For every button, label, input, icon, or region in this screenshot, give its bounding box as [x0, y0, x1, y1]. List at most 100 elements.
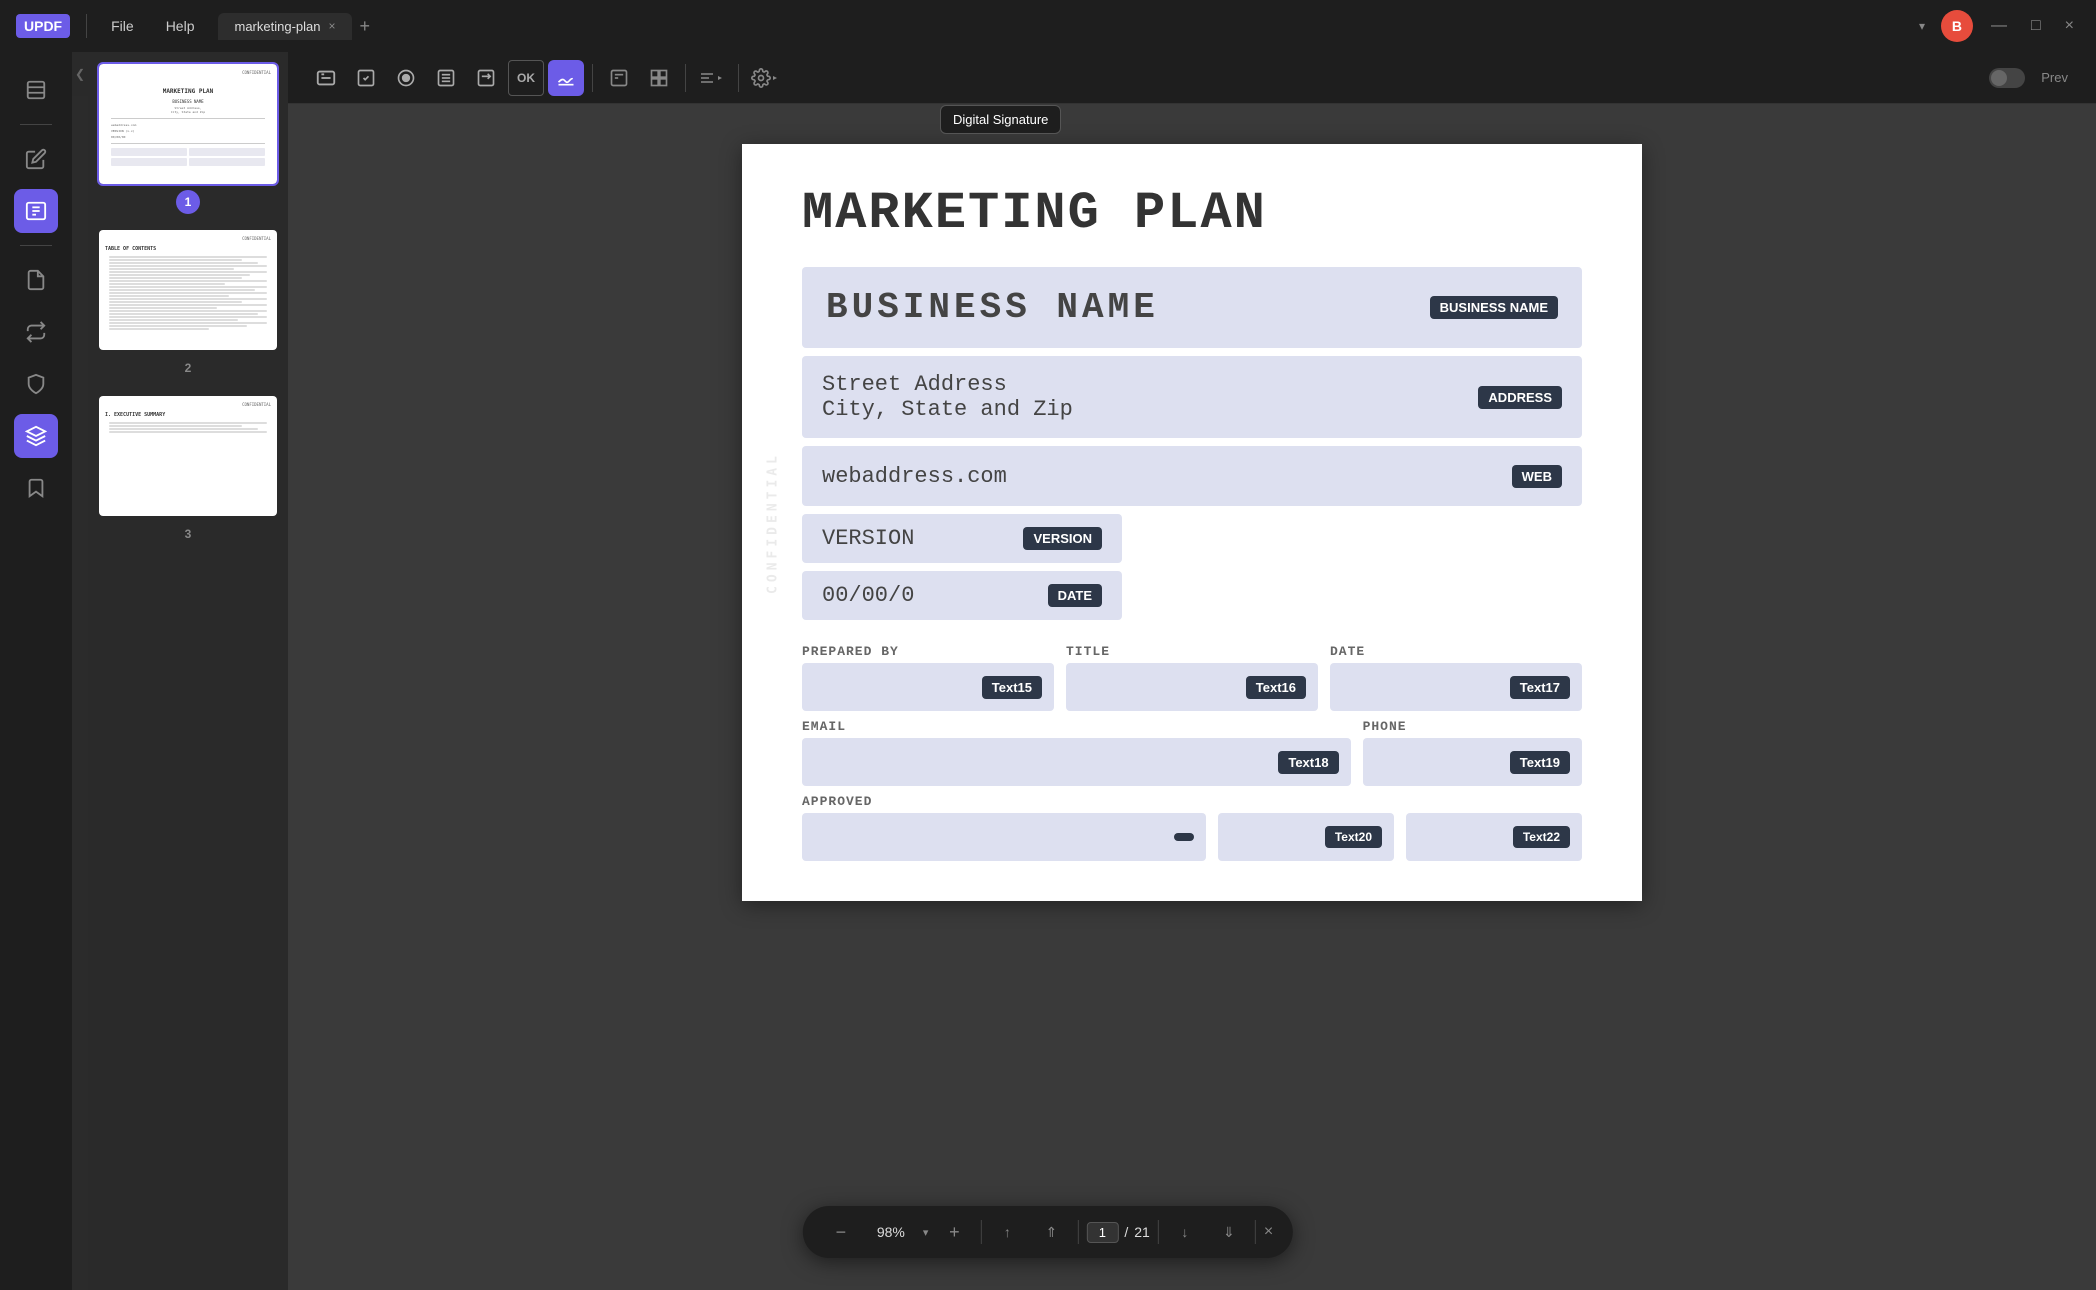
- sidebar-item-organize[interactable]: [14, 258, 58, 302]
- sidebar-sep-1: [20, 124, 52, 125]
- approved-label: APPROVED: [802, 794, 1582, 809]
- approved-input2[interactable]: Text20: [1218, 813, 1394, 861]
- sidebar-item-layers[interactable]: [14, 414, 58, 458]
- text19-tag[interactable]: Text19: [1510, 751, 1570, 774]
- title-bar-right: B — □ ×: [1941, 10, 2080, 42]
- properties-btn[interactable]: [601, 60, 637, 96]
- text20-tag[interactable]: Text20: [1325, 826, 1382, 848]
- form-toolbar: OK: [288, 52, 2096, 104]
- settings-btn[interactable]: [747, 60, 783, 96]
- radio-btn[interactable]: [388, 60, 424, 96]
- tab-label: marketing-plan: [234, 19, 320, 34]
- text16-tag[interactable]: Text16: [1246, 676, 1306, 699]
- sidebar-item-edit[interactable]: [14, 137, 58, 181]
- thumb-content-2: CONFIDENTIAL TABLE OF CONTENTS: [99, 230, 277, 350]
- approved-inputs: Text20 Text22: [802, 813, 1582, 861]
- last-page-btn[interactable]: ⇓: [1211, 1214, 1247, 1250]
- approved-tag[interactable]: [1174, 833, 1194, 841]
- sidebar-item-convert[interactable]: [14, 310, 58, 354]
- title-col: TITLE Text16: [1066, 644, 1318, 711]
- zoom-out-btn[interactable]: −: [823, 1214, 859, 1250]
- text18-tag[interactable]: Text18: [1278, 751, 1338, 774]
- maximize-btn[interactable]: □: [2025, 17, 2047, 35]
- approved-input3[interactable]: Text22: [1406, 813, 1582, 861]
- thumbnail-1[interactable]: CONFIDENTIAL MARKETING PLAN BUSINESS NAM…: [96, 64, 280, 214]
- first-page-btn[interactable]: ⇑: [1033, 1214, 1069, 1250]
- sidebar-collapse-btn[interactable]: ❮: [72, 52, 88, 96]
- sidebar-item-bookmark[interactable]: [14, 466, 58, 510]
- sidebar-icons: [0, 52, 72, 1290]
- date-tag[interactable]: DATE: [1048, 584, 1102, 607]
- text-field-btn[interactable]: [308, 60, 344, 96]
- align-btn[interactable]: [694, 60, 730, 96]
- thumbnail-3[interactable]: CONFIDENTIAL I. EXECUTIVE SUMMARY 3: [96, 396, 280, 546]
- approved-row: APPROVED Text20 Text22: [802, 794, 1582, 861]
- total-pages: 21: [1134, 1224, 1150, 1240]
- date-text: 00/00/0: [822, 583, 1040, 608]
- list-btn[interactable]: [428, 60, 464, 96]
- approved-input[interactable]: [802, 813, 1206, 861]
- date-label: DATE: [1330, 644, 1582, 659]
- prepared-by-label: PREPARED BY: [802, 644, 1054, 659]
- phone-label: PHONE: [1363, 719, 1582, 734]
- button-btn[interactable]: OK: [508, 60, 544, 96]
- prev-btn[interactable]: Prev: [2033, 66, 2076, 89]
- toggle-thumb: [1991, 70, 2007, 86]
- text17-tag[interactable]: Text17: [1510, 676, 1570, 699]
- grid-btn[interactable]: [641, 60, 677, 96]
- thumb-content-1: CONFIDENTIAL MARKETING PLAN BUSINESS NAM…: [99, 64, 277, 184]
- app-logo: UPDF: [16, 14, 70, 38]
- nav-sep-2: [1077, 1220, 1078, 1244]
- thumb-number-2: 2: [176, 356, 200, 380]
- signature-btn[interactable]: [548, 60, 584, 96]
- email-input[interactable]: Text18: [802, 738, 1351, 786]
- text21-tag[interactable]: Text22: [1513, 826, 1570, 848]
- tabs-dropdown-btn[interactable]: ▾: [1919, 19, 1925, 33]
- nav-close-btn[interactable]: ×: [1264, 1223, 1273, 1241]
- phone-input[interactable]: Text19: [1363, 738, 1582, 786]
- version-field: VERSION VERSION: [802, 514, 1122, 563]
- combo-btn[interactable]: [468, 60, 504, 96]
- user-avatar[interactable]: B: [1941, 10, 1973, 42]
- title-label: TITLE: [1066, 644, 1318, 659]
- sidebar-item-pages[interactable]: [14, 68, 58, 112]
- sidebar-item-protect[interactable]: [14, 362, 58, 406]
- text15-tag[interactable]: Text15: [982, 676, 1042, 699]
- phone-col: PHONE Text19: [1363, 719, 1582, 786]
- title-input[interactable]: Text16: [1066, 663, 1318, 711]
- new-tab-btn[interactable]: +: [360, 16, 371, 37]
- checkbox-btn[interactable]: [348, 60, 384, 96]
- address-tag[interactable]: ADDRESS: [1478, 386, 1562, 409]
- thumbnail-2[interactable]: CONFIDENTIAL TABLE OF CONTENTS: [96, 230, 280, 380]
- zoom-dropdown-btn[interactable]: ▾: [923, 1226, 929, 1239]
- date-input[interactable]: Text17: [1330, 663, 1582, 711]
- minimize-btn[interactable]: —: [1985, 17, 2013, 35]
- business-name-field: BUSINESS NAME BUSINESS NAME: [802, 267, 1582, 348]
- prev-page-btn[interactable]: ↑: [989, 1214, 1025, 1250]
- prepared-by-input[interactable]: Text15: [802, 663, 1054, 711]
- thumb-page-3[interactable]: CONFIDENTIAL I. EXECUTIVE SUMMARY: [99, 396, 277, 516]
- help-menu[interactable]: Help: [158, 14, 203, 38]
- thumb-page-1[interactable]: CONFIDENTIAL MARKETING PLAN BUSINESS NAM…: [99, 64, 277, 184]
- thumbnails-panel: CONFIDENTIAL MARKETING PLAN BUSINESS NAM…: [88, 52, 288, 1290]
- date-field: 00/00/0 DATE: [802, 571, 1122, 620]
- prepared-row: PREPARED BY Text15 TITLE Text16 DATE: [802, 644, 1582, 711]
- version-tag[interactable]: VERSION: [1023, 527, 1102, 550]
- toolbar-area: OK: [288, 52, 2096, 1290]
- web-tag[interactable]: WEB: [1512, 465, 1562, 488]
- toggle-switch[interactable]: [1989, 68, 2025, 88]
- business-name-tag[interactable]: BUSINESS NAME: [1430, 296, 1558, 319]
- tab-marketing-plan[interactable]: marketing-plan ×: [218, 13, 351, 40]
- sidebar-sep-2: [20, 245, 52, 246]
- zoom-in-btn[interactable]: +: [936, 1214, 972, 1250]
- thumb-page-2[interactable]: CONFIDENTIAL TABLE OF CONTENTS: [99, 230, 277, 350]
- sidebar-item-form[interactable]: [14, 189, 58, 233]
- tab-close-btn[interactable]: ×: [328, 19, 335, 33]
- close-btn[interactable]: ×: [2059, 17, 2080, 35]
- thumb-confidential-1: CONFIDENTIAL: [242, 70, 271, 75]
- file-menu[interactable]: File: [103, 14, 142, 38]
- doc-page: CONFIDENTIAL MARKETING PLAN BUSINESS NAM…: [742, 144, 1642, 901]
- page-number-input[interactable]: [1086, 1222, 1118, 1243]
- web-address-text: webaddress.com: [822, 464, 1504, 489]
- next-page-btn[interactable]: ↓: [1167, 1214, 1203, 1250]
